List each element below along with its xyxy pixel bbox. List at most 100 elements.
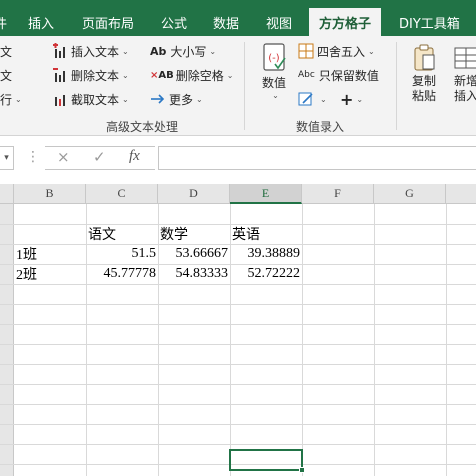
keep-values-label: 只保留数值: [318, 68, 379, 83]
case-label: 大小写: [170, 44, 207, 59]
ribbon-partial-2[interactable]: 文: [0, 66, 12, 84]
worksheet-grid[interactable]: B C D E F G 语文 数学 英语 1班 51.5 53.66667 39…: [0, 180, 476, 476]
fx-icon[interactable]: fx: [129, 148, 140, 165]
numeric-button[interactable]: (-) 数值 ⌄: [256, 42, 292, 104]
cell-b-class2[interactable]: 2班: [14, 264, 86, 284]
active-cell-selection[interactable]: [229, 449, 305, 473]
grid-line: [0, 304, 476, 305]
cell-c-class2[interactable]: 45.77778: [86, 264, 158, 284]
arrow-right-icon: [150, 91, 166, 107]
column-header-c[interactable]: C: [86, 184, 158, 204]
grid-line: [0, 444, 476, 445]
numeric-label: 数值: [261, 76, 286, 90]
grid-line: [0, 424, 476, 425]
chevron-down-icon: ⌄: [320, 94, 327, 104]
formula-bar: ▾ ⋮ × ✓ fx: [0, 136, 476, 180]
cell-b-class1[interactable]: 1班: [14, 244, 86, 264]
more-button[interactable]: 更多 ⌄: [150, 90, 203, 108]
title-strip: [0, 0, 476, 8]
svg-text:(-): (-): [268, 53, 280, 64]
delete-spaces-button[interactable]: ×AB 删除空格 ⌄: [150, 66, 233, 84]
edit-fill-icon: [298, 91, 314, 107]
excel-window: 件 插入 页面布局 公式 数据 视图 方方格子 DIY工具箱 文 文 行 ⌄ 插入…: [0, 0, 476, 476]
chevron-down-icon: ⌄: [226, 70, 234, 80]
tab-ffgz[interactable]: 方方格子: [309, 8, 382, 36]
chevron-down-icon: ⌄: [122, 46, 129, 56]
formula-input[interactable]: [158, 146, 476, 170]
extract-text-icon: [52, 91, 68, 107]
tab-diy-toolbox[interactable]: DIY工具箱: [399, 13, 460, 32]
ribbon-partial-3[interactable]: 行 ⌄: [0, 90, 22, 108]
round-button[interactable]: 四舍五入 ⌄: [298, 42, 375, 60]
cell-c-header[interactable]: 语文: [86, 224, 158, 244]
chevron-down-icon: ⌄: [196, 94, 203, 104]
grid-line: [0, 404, 476, 405]
grid-line: [0, 324, 476, 325]
insert-text-icon: [52, 43, 68, 59]
round-label: 四舍五入: [317, 44, 366, 59]
group-separator: [396, 42, 397, 130]
chevron-down-icon: ⌄: [122, 70, 129, 80]
keep-values-button[interactable]: Abc 只保留数值: [298, 66, 379, 84]
new-insert-button[interactable]: 新增插入: [446, 44, 476, 114]
new-insert-label: 新增插入: [453, 74, 476, 103]
name-box-dropdown[interactable]: ▾: [0, 146, 14, 170]
tab-view[interactable]: 视图: [266, 13, 292, 32]
chevron-down-icon: ⌄: [15, 94, 22, 104]
confirm-icon[interactable]: ✓: [93, 148, 106, 166]
ribbon: 文 文 行 ⌄ 插入文本 ⌄ 删除文本 ⌄ 截取文本 ⌄ Ab 大小写 ⌄ ×A…: [0, 36, 476, 136]
column-header-e[interactable]: E: [230, 184, 302, 204]
delete-text-button[interactable]: 删除文本 ⌄: [52, 66, 129, 84]
column-header-h[interactable]: [446, 184, 476, 204]
tab-insert[interactable]: 插入: [28, 13, 54, 32]
column-header-f[interactable]: F: [302, 184, 374, 204]
chevron-down-icon: ⌄: [122, 94, 129, 104]
tab-page-layout[interactable]: 页面布局: [82, 13, 134, 32]
extract-text-button[interactable]: 截取文本 ⌄: [52, 90, 129, 108]
grid-line: [0, 344, 476, 345]
grid-line: [0, 384, 476, 385]
grid-line: [0, 364, 476, 365]
clipboard-icon: [414, 44, 435, 71]
extract-text-label: 截取文本: [71, 92, 120, 107]
cell-d-class1[interactable]: 53.66667: [158, 244, 230, 264]
copy-paste-button[interactable]: 复制粘贴: [402, 44, 446, 114]
cell-e-class2[interactable]: 52.72222: [230, 264, 302, 284]
chevron-down-icon: ⌄: [368, 46, 375, 56]
cell-e-header[interactable]: 英语: [230, 224, 302, 244]
table-insert-icon: [454, 47, 476, 69]
case-button[interactable]: Ab 大小写 ⌄: [150, 42, 216, 60]
insert-text-button[interactable]: 插入文本 ⌄: [52, 42, 129, 60]
ribbon-partial-1[interactable]: 文: [0, 42, 12, 60]
delete-spaces-icon: ×AB: [150, 69, 174, 81]
column-header-g[interactable]: G: [374, 184, 446, 204]
insert-text-label: 插入文本: [71, 44, 120, 59]
fill-button[interactable]: ⌄: [298, 90, 327, 108]
cancel-icon[interactable]: ×: [57, 148, 70, 166]
ribbon-partial-label: 文: [0, 68, 13, 83]
plus-button[interactable]: + ⌄: [340, 90, 363, 109]
tab-file[interactable]: 件: [0, 13, 7, 32]
round-icon: [298, 43, 314, 59]
delete-text-icon: [52, 67, 68, 83]
fill-handle[interactable]: [299, 467, 305, 473]
cell-d-header[interactable]: 数学: [158, 224, 230, 244]
delete-spaces-icon-text: AB: [158, 69, 174, 81]
ribbon-tab-bar: 件 插入 页面布局 公式 数据 视图 方方格子 DIY工具箱: [0, 8, 476, 36]
formula-bar-grip[interactable]: ⋮: [26, 149, 40, 165]
tab-data[interactable]: 数据: [213, 13, 239, 32]
cell-c-class1[interactable]: 51.5: [86, 244, 158, 264]
tab-formulas[interactable]: 公式: [161, 13, 187, 32]
chevron-down-icon: ⌄: [209, 46, 217, 56]
abc-icon: Abc: [298, 70, 315, 80]
case-icon: Ab: [150, 44, 167, 58]
more-label: 更多: [169, 92, 194, 107]
column-header-d[interactable]: D: [158, 184, 230, 204]
delete-spaces-label: 删除空格: [175, 68, 224, 83]
group-label-numeric-entry: 数值录入: [296, 120, 345, 134]
cell-e-class1[interactable]: 39.38889: [230, 244, 302, 264]
row-header-corner[interactable]: [0, 184, 14, 204]
cell-d-class2[interactable]: 54.83333: [158, 264, 230, 284]
column-header-b[interactable]: B: [14, 184, 86, 204]
chevron-down-icon: ⌄: [272, 91, 279, 100]
